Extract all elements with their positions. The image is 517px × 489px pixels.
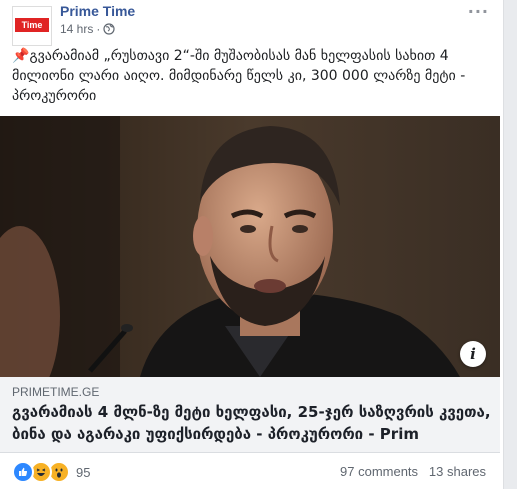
page-name-link[interactable]: Prime Time (60, 3, 135, 19)
pin-icon: 📌 (12, 48, 30, 64)
post-message: გვარამიამ „რუსთავი 2“-ში მუშაობისას მან … (12, 48, 466, 104)
separator-dot: · (96, 22, 101, 36)
link-preview-image[interactable]: i (0, 116, 500, 377)
post-text: 📌გვარამიამ „რუსთავი 2“-ში მუშაობისას მან… (12, 46, 492, 106)
link-preview-card[interactable]: PRIMETIME.GE გვარამიას 4 მლნ-ზე მეტი ხელ… (0, 377, 500, 453)
link-domain: PRIMETIME.GE (12, 385, 100, 399)
engagement-bar: 95 97 comments 13 shares (0, 453, 500, 489)
shares-link[interactable]: 13 shares (429, 464, 486, 479)
post-meta: 14 hrs · (60, 22, 115, 36)
post-timestamp[interactable]: 14 hrs (60, 22, 93, 36)
comments-link[interactable]: 97 comments (340, 464, 418, 479)
post-options-button[interactable]: ··· (468, 2, 489, 21)
reaction-count[interactable]: 95 (76, 465, 90, 480)
info-button[interactable]: i (460, 341, 486, 367)
prime-time-logo: Time (15, 18, 49, 32)
comment-share-stats: 97 comments 13 shares (340, 464, 486, 479)
page-avatar[interactable]: Time (12, 6, 52, 46)
globe-icon (103, 23, 115, 35)
like-icon (12, 461, 34, 483)
link-title[interactable]: გვარამიას 4 მლნ-ზე მეტი ხელფასი, 25-ჯერ … (12, 401, 492, 445)
post-card: Time Prime Time 14 hrs · ··· 📌გვარამიამ … (0, 0, 504, 489)
reactions-summary[interactable]: 95 (12, 461, 90, 483)
man-portrait-photo (0, 116, 500, 377)
